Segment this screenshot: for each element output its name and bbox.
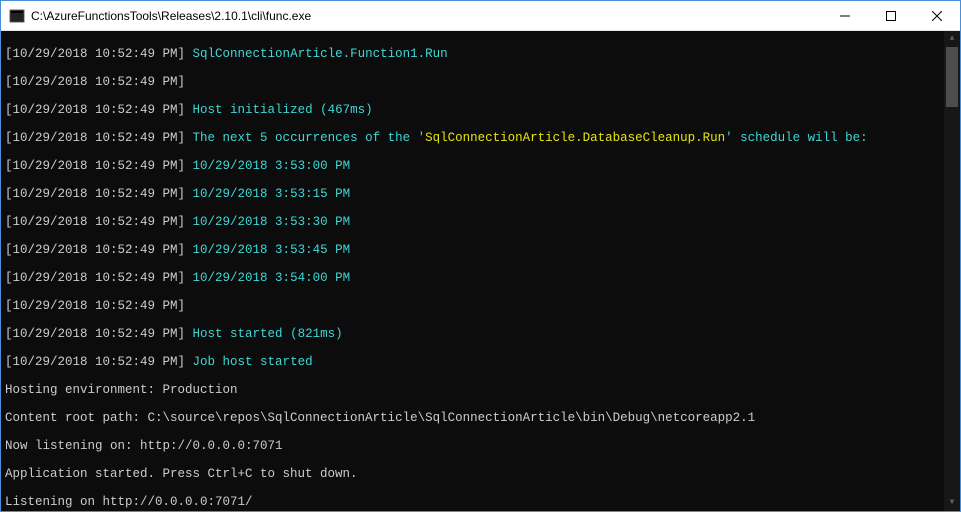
scroll-down-arrow[interactable]: ▼ [944,495,960,511]
timestamp: [10/29/2018 10:52:49 PM] [5,187,185,201]
timestamp: [10/29/2018 10:52:49 PM] [5,355,185,369]
log-text: Host started (821ms) [193,327,343,341]
console-window: C:\AzureFunctionsTools\Releases\2.10.1\c… [1,1,960,511]
app-icon [9,8,25,24]
timestamp: [10/29/2018 10:52:49 PM] [5,215,185,229]
log-text: Listening on http://0.0.0.0:7071/ [5,495,956,509]
log-text: SqlConnectionArticle.DatabaseCleanup.Run [425,131,725,145]
log-text: 10/29/2018 3:53:00 PM [193,159,351,173]
minimize-button[interactable] [822,1,868,30]
timestamp: [10/29/2018 10:52:49 PM] [5,327,185,341]
log-text: 10/29/2018 3:53:30 PM [193,215,351,229]
titlebar[interactable]: C:\AzureFunctionsTools\Releases\2.10.1\c… [1,1,960,31]
console-output[interactable]: [10/29/2018 10:52:49 PM] SqlConnectionAr… [1,31,960,511]
timestamp: [10/29/2018 10:52:49 PM] [5,47,185,61]
scrollbar-thumb[interactable] [946,47,958,107]
log-text: Job host started [193,355,313,369]
window-controls [822,1,960,30]
log-text: Host initialized (467ms) [193,103,373,117]
timestamp: [10/29/2018 10:52:49 PM] [5,243,185,257]
log-text: Content root path: C:\source\repos\SqlCo… [5,411,956,425]
maximize-button[interactable] [868,1,914,30]
timestamp: [10/29/2018 10:52:49 PM] [5,131,185,145]
log-text: 10/29/2018 3:54:00 PM [193,271,351,285]
close-button[interactable] [914,1,960,30]
window-title: C:\AzureFunctionsTools\Releases\2.10.1\c… [31,9,822,23]
log-text: 10/29/2018 3:53:15 PM [193,187,351,201]
scroll-up-arrow[interactable]: ▲ [944,31,960,47]
timestamp: [10/29/2018 10:52:49 PM] [5,299,185,313]
log-text: SqlConnectionArticle.Function1.Run [193,47,448,61]
timestamp: [10/29/2018 10:52:49 PM] [5,75,185,89]
log-text: Hosting environment: Production [5,383,956,397]
log-text: 10/29/2018 3:53:45 PM [193,243,351,257]
log-text: The next 5 occurrences of the ' [193,131,426,145]
timestamp: [10/29/2018 10:52:49 PM] [5,159,185,173]
timestamp: [10/29/2018 10:52:49 PM] [5,271,185,285]
log-text: Application started. Press Ctrl+C to shu… [5,467,956,481]
timestamp: [10/29/2018 10:52:49 PM] [5,103,185,117]
vertical-scrollbar[interactable]: ▲ ▼ [944,31,960,511]
log-text: Now listening on: http://0.0.0.0:7071 [5,439,956,453]
log-text: ' schedule will be: [725,131,868,145]
